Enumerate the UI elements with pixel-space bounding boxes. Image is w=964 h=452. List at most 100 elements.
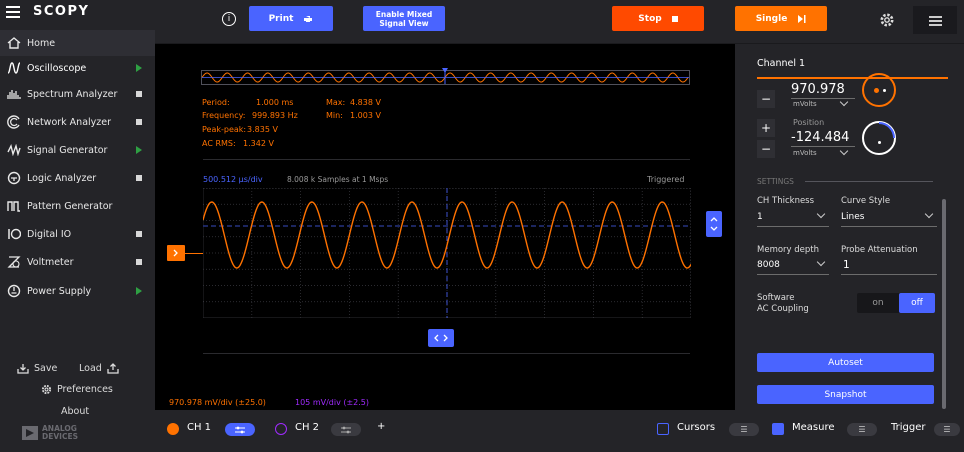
cursors-label[interactable]: Cursors xyxy=(677,422,715,433)
settings-divider xyxy=(805,181,933,182)
volts-div-unit[interactable]: mVolts xyxy=(793,100,817,108)
save-icon xyxy=(17,364,29,374)
sidebar-item-label: Power Supply xyxy=(27,285,92,297)
info-button[interactable]: i xyxy=(222,12,236,26)
volts-div-value[interactable]: 970.978 xyxy=(791,82,845,97)
memory-depth-select[interactable]: 8008 xyxy=(757,260,780,270)
chevron-down-icon[interactable] xyxy=(839,146,849,156)
sidebar-item-power-supply[interactable]: Power Supply xyxy=(0,278,155,304)
menu-lines-icon: ☰ xyxy=(943,424,951,434)
sidebar-item-label: Home xyxy=(27,37,56,49)
oscilloscope-plot-area: Period: 1.000 ms Max: 4.838 V Frequency:… xyxy=(155,44,735,410)
ch2-label[interactable]: CH 2 xyxy=(295,422,319,433)
volts-div-knob[interactable] xyxy=(862,73,896,107)
ac-coupling-label-line-1: Software xyxy=(757,293,795,303)
signal-icon xyxy=(6,142,22,158)
sidebar-item-label: Pattern Generator xyxy=(27,200,113,212)
waveform-overview[interactable] xyxy=(201,68,691,88)
toggle-off-option[interactable]: off xyxy=(899,293,935,313)
settings-button[interactable] xyxy=(879,12,895,28)
chevron-down-icon[interactable] xyxy=(839,97,849,107)
print-icon xyxy=(304,15,313,22)
sidebar-item-oscilloscope[interactable]: Oscilloscope xyxy=(0,55,155,81)
print-label: Print xyxy=(268,13,294,24)
probe-attenuation-label: Probe Attenuation xyxy=(841,245,918,255)
ch-thickness-select[interactable]: 1 xyxy=(757,212,763,222)
add-channel-button[interactable]: + xyxy=(377,421,385,432)
chevron-down-icon[interactable] xyxy=(816,257,826,267)
sidebar-item-label: Digital IO xyxy=(27,228,72,240)
trigger-settings-button[interactable]: ☰ xyxy=(934,423,960,436)
chevron-down-icon[interactable] xyxy=(924,209,934,219)
measure-label[interactable]: Measure xyxy=(792,422,835,433)
stop-label: Stop xyxy=(638,13,662,24)
trigger-status-label: Triggered xyxy=(647,175,685,184)
chevron-right-icon xyxy=(173,249,178,257)
panel-scrollbar[interactable] xyxy=(942,199,946,409)
sidebar-item-spectrum-analyzer[interactable]: Spectrum Analyzer xyxy=(0,81,155,107)
ch1-settings-button[interactable] xyxy=(225,423,255,436)
probe-attenuation-input[interactable]: 1 xyxy=(843,259,850,271)
hamburger-menu-icon[interactable] xyxy=(6,6,20,18)
sidebar-item-digital-io[interactable]: Digital IO xyxy=(0,221,155,247)
cursors-settings-button[interactable]: ☰ xyxy=(729,423,759,436)
period-label: Period: xyxy=(202,98,230,107)
main-plot-canvas[interactable] xyxy=(203,188,691,318)
chevron-left-right-icon xyxy=(434,334,448,342)
sidebar-item-home[interactable]: Home xyxy=(0,30,155,56)
ch1-label[interactable]: CH 1 xyxy=(187,422,211,433)
analog-devices-logo: ANALOG DEVICES xyxy=(22,425,78,441)
running-indicator-icon xyxy=(136,146,142,154)
autoset-button[interactable]: Autoset xyxy=(757,353,934,372)
panel-menu-button[interactable] xyxy=(913,6,957,34)
ch1-offset-handle[interactable] xyxy=(167,245,185,261)
curve-style-select[interactable]: Lines xyxy=(841,212,864,222)
sidebar-item-network-analyzer[interactable]: Network Analyzer xyxy=(0,109,155,135)
print-button[interactable]: Print xyxy=(249,6,333,31)
chevron-up-down-icon xyxy=(710,217,718,231)
sidebar-item-pattern-generator[interactable]: Pattern Generator xyxy=(0,193,155,219)
sidebar-item-label: Logic Analyzer xyxy=(27,172,97,184)
chevron-down-icon[interactable] xyxy=(816,209,826,219)
position-increment-button[interactable]: + xyxy=(757,119,775,137)
single-button[interactable]: Single xyxy=(735,6,827,31)
position-unit[interactable]: mVolts xyxy=(793,149,817,157)
max-label: Max: xyxy=(326,98,346,107)
minus-icon: − xyxy=(760,92,772,106)
snapshot-button[interactable]: Snapshot xyxy=(757,385,934,404)
volts-div-decrement-button[interactable]: − xyxy=(757,90,775,108)
ch2-settings-button[interactable] xyxy=(331,423,361,436)
sidebar-item-logic-analyzer[interactable]: Logic Analyzer xyxy=(0,165,155,191)
spectrum-icon xyxy=(6,86,22,102)
cursors-checkbox[interactable] xyxy=(657,423,669,435)
period-value: 1.000 ms xyxy=(256,98,294,107)
ch2-indicator-icon[interactable] xyxy=(275,423,287,435)
preferences-button[interactable]: Preferences xyxy=(41,384,113,395)
enable-mixed-signal-view-button[interactable]: Enable Mixed Signal View xyxy=(363,6,445,31)
preferences-label: Preferences xyxy=(57,384,113,395)
position-knob[interactable] xyxy=(862,121,896,155)
about-button[interactable]: About xyxy=(61,406,89,417)
frequency-value: 999.893 Hz xyxy=(252,111,298,120)
sidebar-item-label: Voltmeter xyxy=(27,256,74,268)
toggle-on-option[interactable]: on xyxy=(857,293,899,313)
trigger-level-handle[interactable] xyxy=(706,211,722,237)
trigger-position-handle[interactable] xyxy=(428,329,454,347)
position-decrement-button[interactable]: − xyxy=(757,140,775,158)
sidebar-item-voltmeter[interactable]: Voltmeter xyxy=(0,249,155,275)
peak-peak-label: Peak-peak: xyxy=(202,125,247,134)
sidebar-item-label: Spectrum Analyzer xyxy=(27,88,118,100)
position-value[interactable]: -124.484 xyxy=(791,130,849,145)
sidebar-item-signal-generator[interactable]: Signal Generator xyxy=(0,137,155,163)
network-icon xyxy=(6,114,22,130)
trigger-label[interactable]: Trigger xyxy=(891,422,926,433)
load-button[interactable]: Load xyxy=(79,363,119,374)
measure-checkbox[interactable] xyxy=(772,423,784,435)
save-button[interactable]: Save xyxy=(17,363,57,374)
plus-icon: + xyxy=(760,121,772,135)
measure-settings-button[interactable]: ☰ xyxy=(847,423,877,436)
ac-coupling-toggle[interactable]: on off xyxy=(857,293,935,313)
ch1-indicator-icon[interactable] xyxy=(167,423,179,435)
curve-style-underline xyxy=(841,226,937,227)
stop-button[interactable]: Stop xyxy=(612,6,704,31)
